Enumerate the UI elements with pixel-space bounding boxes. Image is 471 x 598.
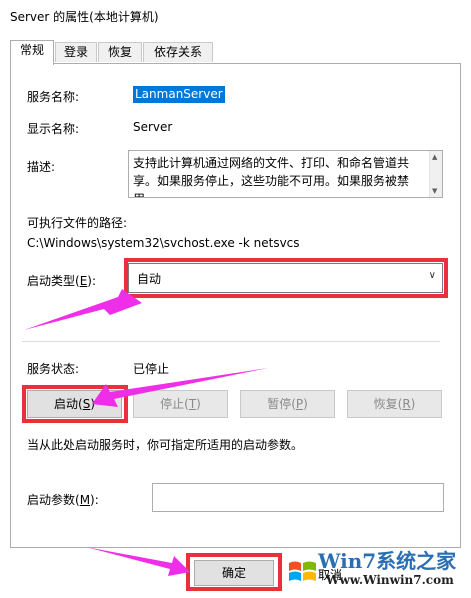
display-name-label: 显示名称: xyxy=(27,122,80,136)
service-name-label: 服务名称: xyxy=(27,90,80,104)
divider xyxy=(22,341,440,342)
resume-button[interactable]: 恢复(R) xyxy=(347,390,442,418)
service-status-label: 服务状态: xyxy=(27,362,80,376)
scroll-up-icon[interactable]: ▲ xyxy=(432,153,437,161)
start-params-hint: 当从此处启动服务时，你可指定所适用的启动参数。 xyxy=(27,438,304,452)
chevron-down-icon[interactable]: ∨ xyxy=(429,270,436,281)
description-text: 支持此计算机通过网络的文件、打印、和命名管道共享。如果服务停止，这些功能不可用。… xyxy=(133,156,410,197)
startup-type-label: 启动类型(E): xyxy=(27,274,97,288)
description-label: 描述: xyxy=(27,160,56,174)
start-params-label: 启动参数(M): xyxy=(27,493,99,507)
tab-dependencies[interactable]: 依存关系 xyxy=(143,42,213,62)
stop-button[interactable]: 停止(T) xyxy=(133,390,228,418)
service-status-value: 已停止 xyxy=(133,362,170,376)
pause-button[interactable]: 暂停(P) xyxy=(240,390,335,418)
window-title: Server 的属性(本地计算机) xyxy=(10,10,159,24)
watermark-brand: Win7系统之家 xyxy=(318,549,457,573)
tab-recovery[interactable]: 恢复 xyxy=(98,42,142,62)
tab-general[interactable]: 常规 xyxy=(10,40,54,65)
watermark-logo: Win7系统之家 Www.Winwin7.com xyxy=(286,545,466,595)
display-name-value[interactable]: Server xyxy=(133,120,172,134)
ok-button[interactable]: 确定 xyxy=(194,560,274,586)
service-name-value[interactable]: LanmanServer xyxy=(133,86,225,103)
annotation-arrow-ok xyxy=(86,547,190,576)
description-box[interactable]: 支持此计算机通过网络的文件、打印、和命名管道共享。如果服务停止，这些功能不可用。… xyxy=(128,150,443,198)
windows-logo-icon xyxy=(289,561,316,581)
exec-path-value: C:\Windows\system32\svchost.exe -k netsv… xyxy=(27,236,300,250)
startup-type-dropdown[interactable]: 自动 ∨ xyxy=(128,263,443,293)
exec-path-label: 可执行文件的路径: xyxy=(27,216,128,230)
watermark-url: Www.Winwin7.com xyxy=(326,573,454,587)
tab-bar: 常规 登录 恢复 依存关系 xyxy=(10,40,463,65)
tab-logon[interactable]: 登录 xyxy=(55,42,97,62)
title-bar: Server 的属性(本地计算机) xyxy=(0,0,471,32)
start-params-input[interactable] xyxy=(152,483,444,512)
startup-type-value: 自动 xyxy=(137,272,162,286)
start-button[interactable]: 启动(S) xyxy=(27,390,122,418)
description-scrollbar[interactable]: ▲ ▼ xyxy=(429,151,442,197)
scroll-down-icon[interactable]: ▼ xyxy=(432,187,437,195)
